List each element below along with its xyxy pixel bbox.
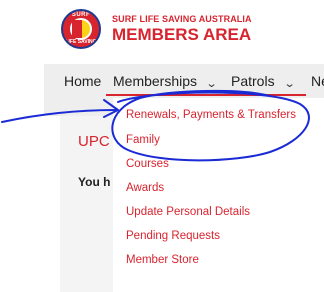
chevron-down-icon: ⌄ bbox=[283, 78, 296, 90]
page-heading: UPC bbox=[78, 133, 110, 150]
nav-home[interactable]: Home bbox=[64, 73, 101, 89]
nav-active-underline bbox=[106, 94, 306, 96]
nav-next-label: Ne bbox=[311, 73, 324, 89]
menu-item-renewals[interactable]: Renewals, Payments & Transfers bbox=[126, 109, 296, 121]
menu-item-update-personal-details[interactable]: Update Personal Details bbox=[126, 206, 250, 218]
chevron-down-icon: ⌄ bbox=[205, 78, 218, 90]
nav-next[interactable]: Ne bbox=[311, 73, 324, 89]
site-title[interactable]: MEMBERS AREA bbox=[112, 25, 251, 45]
menu-item-courses[interactable]: Courses bbox=[126, 158, 169, 170]
nav-patrols-label: Patrols bbox=[231, 73, 275, 89]
nav-home-label: Home bbox=[64, 73, 102, 89]
menu-item-member-store[interactable]: Member Store bbox=[126, 254, 199, 266]
org-name: SURF LIFE SAVING AUSTRALIA bbox=[112, 14, 252, 24]
menu-item-awards[interactable]: Awards bbox=[126, 182, 164, 194]
menu-item-family[interactable]: Family bbox=[126, 134, 160, 146]
nav-memberships[interactable]: Memberships ⌄ bbox=[113, 73, 218, 90]
logo-bottom-text: LIFE SAVING bbox=[65, 39, 97, 45]
menu-item-pending-requests[interactable]: Pending Requests bbox=[126, 230, 220, 242]
page-subtext: You h bbox=[78, 175, 111, 189]
surf-life-saving-logo[interactable]: SURF LIFE SAVING bbox=[61, 9, 101, 49]
nav-patrols[interactable]: Patrols ⌄ bbox=[231, 73, 296, 90]
logo-flag bbox=[70, 18, 92, 40]
nav-memberships-label: Memberships bbox=[113, 73, 198, 89]
